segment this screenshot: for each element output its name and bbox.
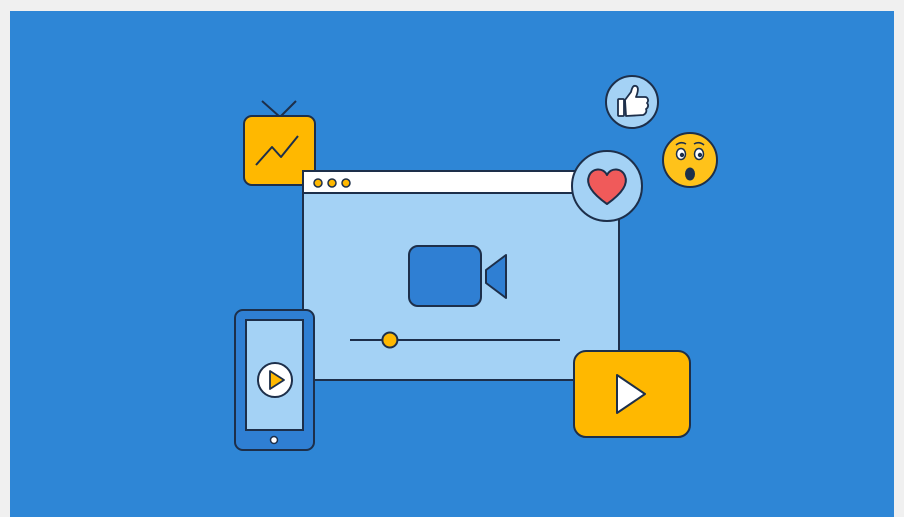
play-card <box>573 350 691 438</box>
window-dot <box>313 178 323 188</box>
phone-home-button <box>269 435 279 445</box>
illustration-root <box>0 0 904 517</box>
video-marketing-illustration <box>10 11 894 517</box>
window-dot <box>341 178 351 188</box>
video-window <box>302 170 620 381</box>
heart-badge <box>571 150 643 222</box>
window-dot <box>327 178 337 188</box>
surprised-face-icon <box>662 132 718 188</box>
phone-icon <box>234 309 315 451</box>
progress-knob[interactable] <box>381 331 399 349</box>
play-circle-icon <box>257 362 293 398</box>
thumbs-up-badge <box>605 75 659 129</box>
